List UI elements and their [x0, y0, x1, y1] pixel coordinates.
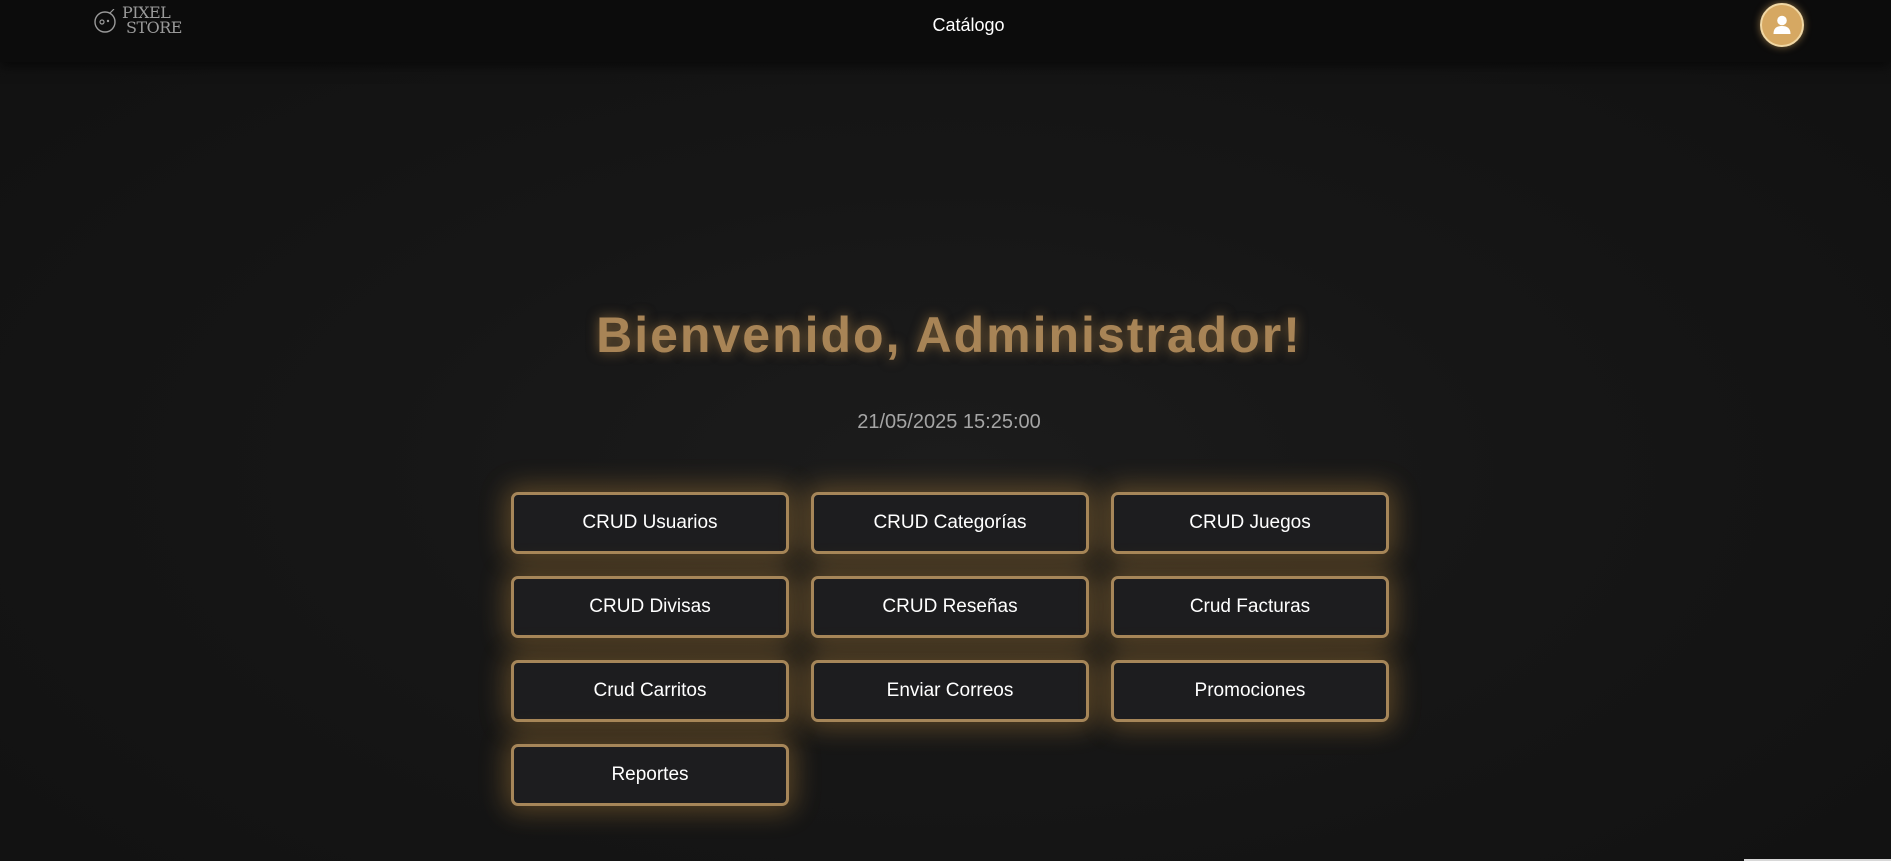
crud-categorias-button[interactable]: CRUD Categorías: [811, 492, 1089, 554]
crud-resenas-button[interactable]: CRUD Reseñas: [811, 576, 1089, 638]
page: PIXEL STORE Catálogo Bienvenido, Adminis…: [0, 0, 1891, 861]
crud-divisas-button[interactable]: CRUD Divisas: [511, 576, 789, 638]
top-navbar: PIXEL STORE Catálogo: [0, 0, 1891, 62]
nav-link-catalogo[interactable]: Catálogo: [0, 15, 1891, 36]
enviar-correos-button[interactable]: Enviar Correos: [811, 660, 1089, 722]
crud-juegos-button[interactable]: CRUD Juegos: [1111, 492, 1389, 554]
crud-facturas-button[interactable]: Crud Facturas: [1111, 576, 1389, 638]
reportes-button[interactable]: Reportes: [511, 744, 789, 806]
user-icon: [1773, 15, 1791, 34]
current-datetime: 21/05/2025 15:25:00: [857, 411, 1041, 433]
crud-carritos-button[interactable]: Crud Carritos: [511, 660, 789, 722]
welcome-heading: Bienvenido, Administrador!: [596, 307, 1302, 363]
promociones-button[interactable]: Promociones: [1111, 660, 1389, 722]
crud-usuarios-button[interactable]: CRUD Usuarios: [511, 492, 789, 554]
user-avatar-button[interactable]: [1760, 3, 1804, 47]
